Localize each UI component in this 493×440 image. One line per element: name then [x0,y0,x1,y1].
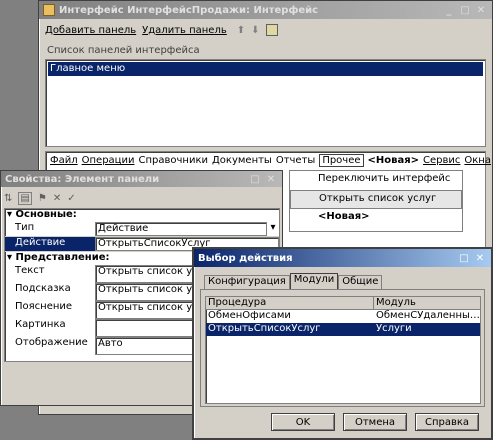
delete-panel-button[interactable]: Удалить панель [142,25,227,36]
arrow-down-icon[interactable]: ⬇ [251,25,259,36]
prop-label: Текст [15,265,45,276]
tab-common[interactable]: Общие [338,275,383,289]
menu-documents[interactable]: Документы [212,155,272,166]
submenu-dropdown: Переключить интерфейс Открыть список усл… [289,170,463,232]
dialog-title: Выбор действия [198,252,293,264]
menu-directories[interactable]: Справочники [138,155,208,166]
app-icon [43,4,55,16]
tab-modules[interactable]: Модули [289,273,339,289]
help-button[interactable]: Справка [415,413,479,431]
properties-titlebar: Свойства: Элемент панели □ ✕ [1,171,282,187]
submenu-switch-interface[interactable]: Переключить интерфейс [290,171,462,190]
menu-reports[interactable]: Отчеты [276,155,315,166]
submenu-open-services[interactable]: Открыть список услуг [290,190,462,209]
prop-label: Пояснение [15,301,73,312]
prop-label: Действие [5,237,95,251]
arrow-up-icon[interactable]: ⬆ [237,25,245,36]
close-icon[interactable]: ✕ [473,252,487,265]
dialog-tabs: Конфигурация Модули Общие [204,273,383,289]
table-header: Процедура Модуль [206,297,480,310]
clear-icon[interactable]: ✕ [53,193,61,204]
close-icon[interactable]: ✕ [264,173,278,186]
menu-bar: Файл Операции Справочники Документы Отче… [46,152,491,169]
panels-label: Список панелей интерфейса [47,45,200,56]
minimize-icon[interactable]: _ [442,4,456,17]
toolbar: Добавить панель Удалить панель ⬆ ⬇ [45,22,278,38]
menu-operations[interactable]: Операции [82,155,135,166]
select-action-dialog: Выбор действия □ ✕ Конфигурация Модули О… [192,247,493,440]
restore-icon[interactable]: □ [248,173,262,186]
ok-button[interactable]: OK [271,413,335,431]
menu-other[interactable]: Прочее [319,154,364,167]
menu-file[interactable]: Файл [50,155,78,166]
prop-row-type: Тип Действие ▾ [5,222,279,237]
maximize-icon[interactable]: □ [458,4,472,17]
interface-editor-titlebar: Интерфейс ИнтерфейсПродажи: Интерфейс _ … [39,1,492,19]
cancel-button[interactable]: Отмена [343,413,407,431]
section-basic: ▾ Основные: [7,209,77,220]
cell-module: ОбменСУдаленнымиОфисами [376,310,480,321]
prop-label: Подсказка [15,283,71,294]
panel-item-main-menu[interactable]: Главное меню [48,62,483,76]
add-panel-button[interactable]: Добавить панель [45,25,136,36]
cell-module: Услуги [376,323,412,334]
properties-icon[interactable] [265,24,278,36]
filter-icon[interactable]: ⚑ [38,193,47,204]
dialog-titlebar: Выбор действия □ ✕ [194,249,491,267]
cell-procedure: ОткрытьСписокУслуг [208,323,321,334]
prop-type-select[interactable]: Действие [95,222,267,236]
properties-toolbar: ⇅ ▤ ⚑ ✕ ✓ [4,190,76,206]
col-module-header[interactable]: Модуль [374,297,480,309]
window-title: Интерфейс ИнтерфейсПродажи: Интерфейс [59,4,319,16]
prop-label: Тип [15,222,35,233]
table-row-selected[interactable]: ОткрытьСписокУслуг Услуги [206,323,480,336]
menu-service[interactable]: Сервис [423,155,460,166]
procedures-table: Процедура Модуль ОбменОфисами ОбменСУдал… [205,296,481,404]
apply-icon[interactable]: ✓ [67,193,75,204]
tab-panel: Процедура Модуль ОбменОфисами ОбменСУдал… [200,289,485,407]
panels-list[interactable]: Главное меню [45,59,486,147]
dropdown-arrow-icon[interactable]: ▾ [267,222,279,236]
properties-title: Свойства: Элемент панели [5,173,160,185]
table-row[interactable]: ОбменОфисами ОбменСУдаленнымиОфисами [206,310,480,323]
maximize-icon[interactable]: □ [457,252,471,265]
prop-label: Отображение [15,337,88,348]
prop-label: Картинка [15,319,66,330]
categorize-icon[interactable]: ▤ [18,191,32,205]
close-icon[interactable]: ✕ [474,4,488,17]
tab-configuration[interactable]: Конфигурация [204,275,290,289]
submenu-new[interactable]: <Новая> [290,209,462,228]
menu-new[interactable]: <Новая> [368,155,420,166]
sort-alpha-icon[interactable]: ⇅ [4,193,12,204]
cell-procedure: ОбменОфисами [208,310,291,321]
menu-windows[interactable]: Окна [464,155,491,166]
col-procedure-header[interactable]: Процедура [206,297,374,309]
